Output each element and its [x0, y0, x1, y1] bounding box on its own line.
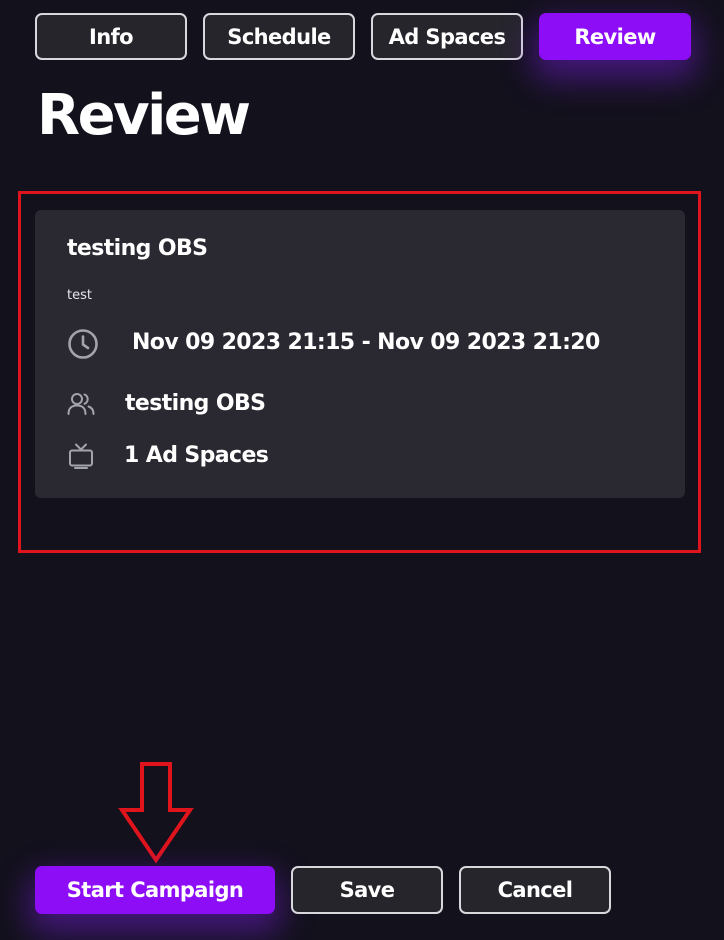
save-button[interactable]: Save	[291, 866, 443, 914]
users-icon	[67, 393, 95, 415]
clock-icon	[68, 329, 98, 359]
tab-info[interactable]: Info	[35, 13, 187, 60]
schedule-range: Nov 09 2023 21:15 - Nov 09 2023 21:20	[132, 330, 600, 355]
tab-review[interactable]: Review	[539, 13, 691, 60]
audience-name: testing OBS	[125, 391, 266, 416]
start-campaign-button[interactable]: Start Campaign	[35, 866, 275, 914]
tab-ad-spaces[interactable]: Ad Spaces	[371, 13, 523, 60]
down-arrow-icon	[118, 762, 194, 864]
campaign-name: testing OBS	[67, 236, 208, 261]
cancel-button[interactable]: Cancel	[459, 866, 611, 914]
review-card: testing OBS test Nov 09 2023 21:15 - Nov…	[35, 210, 685, 498]
page-title: Review	[37, 83, 251, 148]
tv-icon	[69, 443, 93, 469]
ad-space-count: 1 Ad Spaces	[124, 443, 269, 468]
tab-schedule[interactable]: Schedule	[203, 13, 355, 60]
campaign-description: test	[67, 288, 92, 303]
